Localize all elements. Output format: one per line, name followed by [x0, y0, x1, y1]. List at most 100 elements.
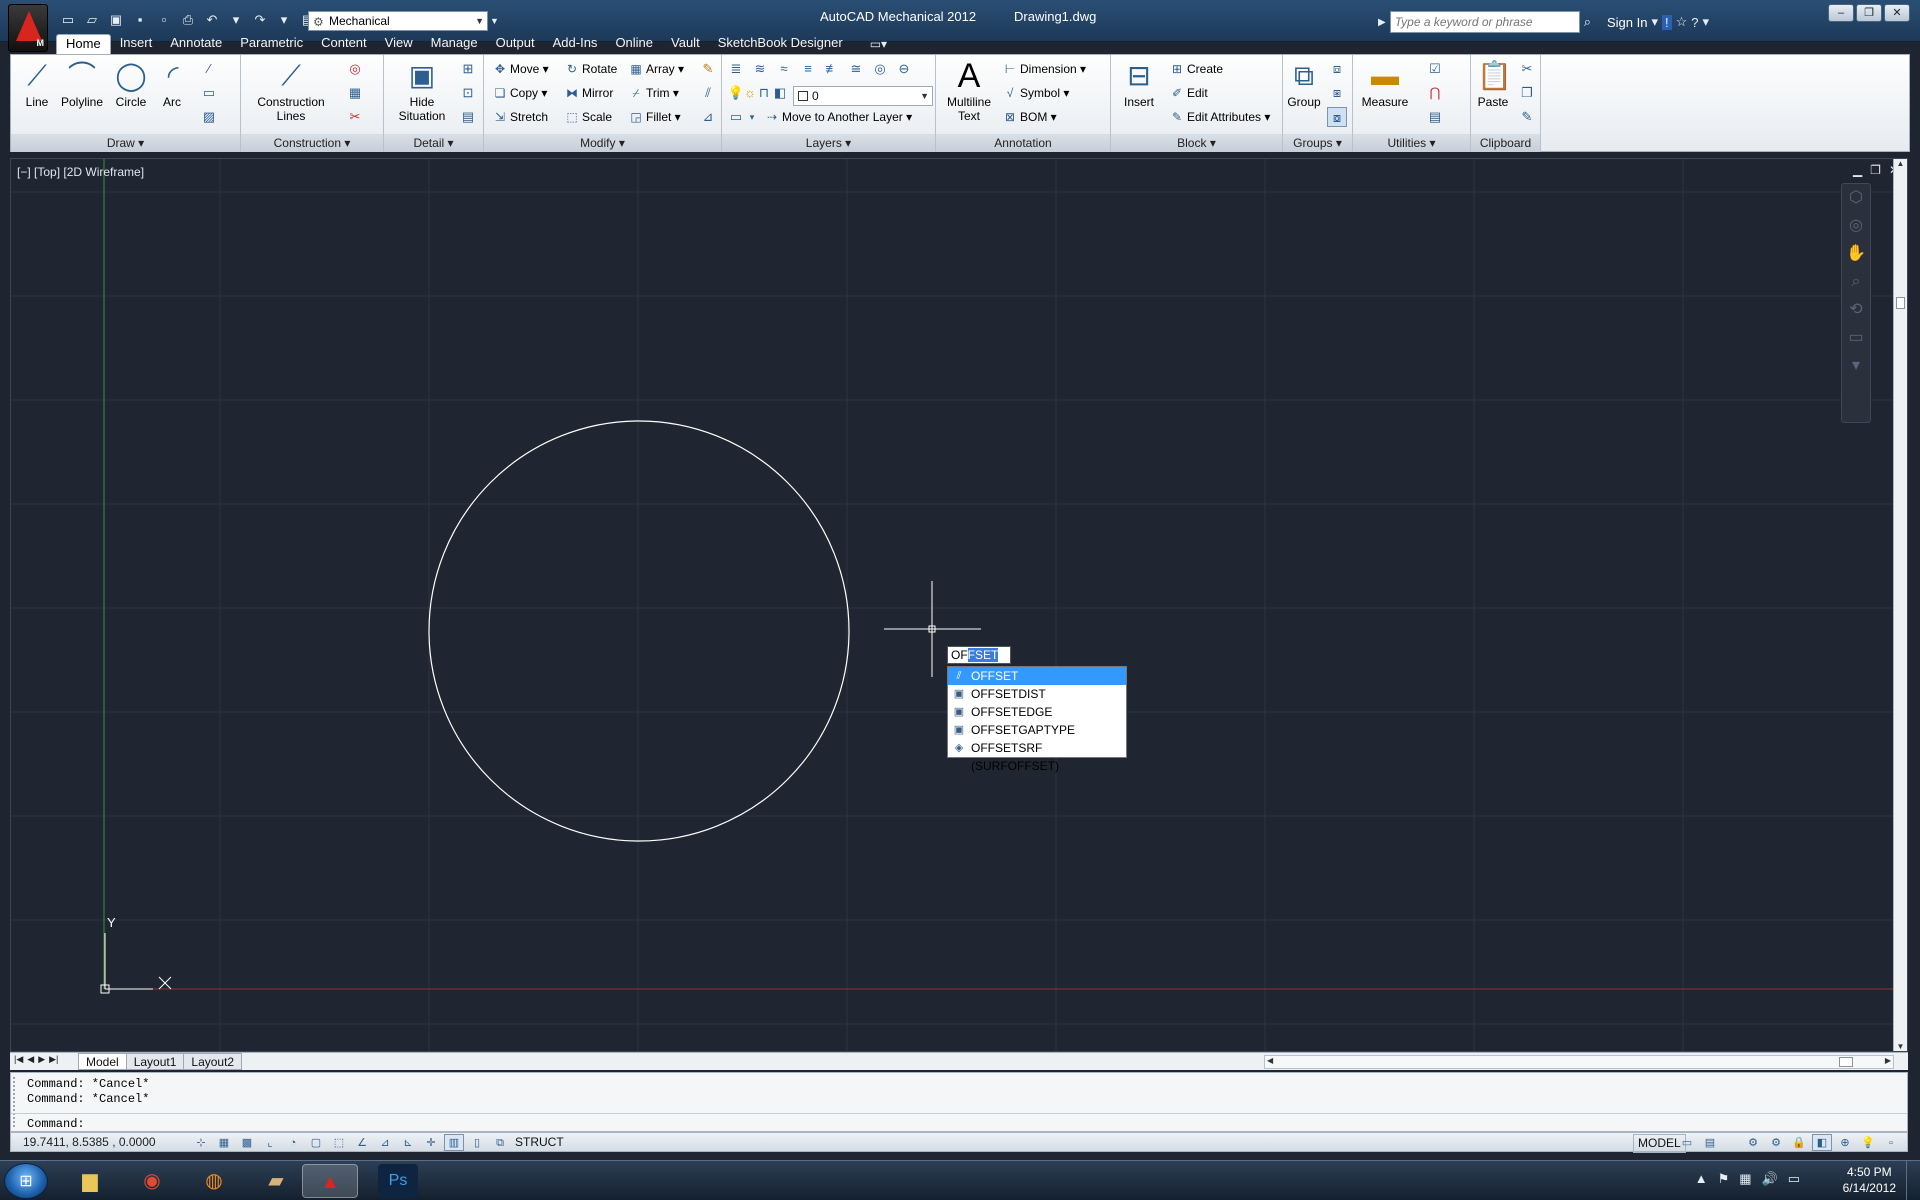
minimize-icon[interactable]: – — [1828, 4, 1854, 22]
edit-attributes-button[interactable]: ✎ Edit Attributes ▾ — [1169, 107, 1270, 127]
construction-lines-button[interactable]: ⟋ Construction Lines — [253, 59, 329, 123]
line-button[interactable]: ⟋ Line — [19, 59, 55, 109]
dynamic-ucs-icon[interactable]: ⊿ — [375, 1134, 395, 1151]
annotation-panel-title[interactable]: Annotation — [936, 134, 1110, 152]
restore-icon[interactable]: ❐ — [1870, 163, 1881, 177]
quick-properties-icon[interactable]: ▯ — [467, 1134, 487, 1151]
open-sheet-icon[interactable]: ▣ — [106, 11, 126, 29]
layer-off-icon[interactable]: ◎ — [870, 59, 890, 79]
scale-button[interactable]: ⬚ Scale — [564, 107, 612, 127]
list-item[interactable]: ▣ OFFSETEDGE — [948, 703, 1126, 721]
quick-view-layouts-icon[interactable]: ▭ — [1677, 1134, 1697, 1151]
viewcube-icon[interactable]: ⬡ — [1842, 184, 1870, 212]
undo-icon[interactable]: ↶ — [202, 11, 222, 29]
layer-lock-icon[interactable]: ⊖ — [894, 59, 914, 79]
erase-icon[interactable]: ✎ — [698, 59, 718, 79]
start-button[interactable]: ⊞ — [4, 1163, 48, 1199]
pan-icon[interactable]: ✋ — [1842, 240, 1870, 268]
showmotion-icon[interactable]: ▭ — [1842, 324, 1870, 352]
rotate-button[interactable]: ↻ Rotate — [564, 59, 617, 79]
folder-icon[interactable]: ▰ — [248, 1164, 304, 1198]
hide-situation-button[interactable]: ▣ Hide Situation — [392, 59, 452, 123]
minimize-icon[interactable]: ▁ — [1853, 163, 1862, 177]
ribbon-minimize-icon[interactable]: ▭▾ — [852, 34, 887, 54]
group-button[interactable]: ⧉ Group — [1285, 59, 1323, 109]
group-edit-icon[interactable]: ⧆ — [1327, 83, 1347, 103]
copy-clip-icon[interactable]: ❐ — [1517, 83, 1537, 103]
coordinate-readout[interactable]: 19.7411, 8.5385 , 0.0000 — [23, 1135, 156, 1149]
object-snap-tracking-icon[interactable]: ∠ — [352, 1134, 372, 1151]
lock-icon[interactable]: 🔒 — [1789, 1134, 1809, 1151]
tab-online[interactable]: Online — [606, 34, 662, 54]
volume-icon[interactable]: 🔊 — [1762, 1171, 1778, 1187]
close-icon[interactable]: ✕ — [1884, 4, 1910, 22]
detail-view-icon[interactable]: ⊞ — [458, 59, 478, 79]
modify-panel-title[interactable]: Modify ▾ — [484, 134, 721, 152]
ortho-mode-icon[interactable]: ⌞ — [260, 1134, 280, 1151]
next-layout-icon[interactable]: ▶ — [38, 1054, 45, 1065]
tab-parametric[interactable]: Parametric — [231, 34, 312, 54]
construction-grid-icon[interactable]: ▦ — [345, 83, 365, 103]
utilities-panel-title[interactable]: Utilities ▾ — [1353, 134, 1470, 152]
grid-display-icon[interactable]: ▩ — [237, 1134, 257, 1151]
trim-button[interactable]: ⌿ Trim ▾ — [628, 83, 679, 103]
redo-icon[interactable]: ↷ — [250, 11, 270, 29]
command-prompt[interactable]: Command: — [27, 1117, 85, 1131]
drawing-area[interactable]: Y X [−] [Top] [2D Wireframe] ▁ ❐ ✕ ⬡ ◎ ✋… — [10, 158, 1908, 1052]
edit-block-button[interactable]: ✐ Edit — [1169, 83, 1208, 103]
show-desktop-button[interactable] — [1906, 1161, 1920, 1200]
layer-color-icon[interactable]: ◧ — [770, 83, 790, 103]
selection-cycling-icon[interactable]: ⧉ — [490, 1134, 510, 1151]
firefox-icon[interactable]: ◍ — [186, 1164, 242, 1198]
construction-panel-title[interactable]: Construction ▾ — [241, 134, 383, 152]
infer-constraints-icon[interactable]: ⊹ — [191, 1134, 211, 1151]
navbar-settings-icon[interactable]: ▾ — [1842, 352, 1870, 380]
tab-sketchbook-designer[interactable]: SketchBook Designer — [709, 34, 852, 54]
display-icon[interactable]: ▭ — [1788, 1171, 1800, 1187]
sign-in-button[interactable]: Sign In — [1607, 15, 1647, 30]
tab-model[interactable]: Model — [78, 1053, 127, 1070]
list-item[interactable]: ⫽ OFFSET — [948, 667, 1126, 685]
help-icon[interactable]: ? — [1691, 15, 1698, 30]
list-item[interactable]: ▣ OFFSETDIST — [948, 685, 1126, 703]
circle-entity[interactable] — [428, 420, 850, 842]
binoculars-icon[interactable]: ⌕ — [1584, 14, 1591, 30]
fillet-button[interactable]: ◲ Fillet ▾ — [628, 107, 680, 127]
open-icon[interactable]: ▱ — [82, 11, 102, 29]
cut-icon[interactable]: ✂ — [1517, 59, 1537, 79]
tab-layout2[interactable]: Layout2 — [183, 1053, 243, 1070]
lineweight-icon[interactable]: ✛ — [421, 1134, 441, 1151]
exchange-icon[interactable]: ! — [1662, 14, 1672, 30]
scrollbar-thumb[interactable] — [1839, 1057, 1853, 1067]
paste-button[interactable]: 📋 Paste — [1475, 59, 1512, 109]
hardware-acceleration-icon[interactable]: ◧ — [1812, 1134, 1832, 1151]
mirror-button[interactable]: ⧓ Mirror — [564, 83, 613, 103]
arc-button[interactable]: ◜ Arc — [157, 59, 187, 109]
ungroup-icon[interactable]: ⧈ — [1327, 59, 1347, 79]
tab-insert[interactable]: Insert — [111, 34, 162, 54]
layer-isolate-icon[interactable]: ≡ — [798, 59, 818, 79]
scroll-left-icon[interactable]: ◀ — [1267, 1056, 1273, 1065]
plot-icon[interactable]: ⎙ — [178, 11, 198, 29]
group-select-icon[interactable]: ⧇ — [1327, 107, 1347, 127]
save-icon[interactable]: ▪ — [130, 11, 150, 29]
insert-button[interactable]: ⊟ Insert — [1119, 59, 1159, 109]
layer-previous-icon[interactable]: ≈ — [774, 59, 794, 79]
list-item[interactable]: ◈ OFFSETSRF (SURFOFFSET) — [948, 739, 1126, 773]
draw-panel-title[interactable]: Draw ▾ — [11, 134, 240, 152]
detail-panel-title[interactable]: Detail ▾ — [384, 134, 483, 152]
tab-vault[interactable]: Vault — [662, 34, 709, 54]
new-icon[interactable]: ▭ — [58, 11, 78, 29]
tab-home[interactable]: Home — [56, 34, 111, 54]
construction-circle-icon[interactable]: ◎ — [345, 59, 365, 79]
hatch-icon[interactable]: ▨ — [199, 107, 219, 127]
symbol-button[interactable]: √ Symbol ▾ — [1002, 83, 1070, 103]
restore-icon[interactable]: ❐ — [1856, 4, 1882, 22]
object-snap-icon[interactable]: ▢ — [306, 1134, 326, 1151]
scroll-right-icon[interactable]: ▶ — [1885, 1056, 1891, 1065]
network-icon[interactable]: ▦ — [1739, 1171, 1751, 1187]
autocad-taskbar-icon[interactable]: ▲ — [302, 1164, 358, 1198]
list-item[interactable]: ▣ OFFSETGAPTYPE — [948, 721, 1126, 739]
tab-view[interactable]: View — [376, 34, 422, 54]
scroll-down-icon[interactable]: ▼ — [1894, 1042, 1907, 1051]
